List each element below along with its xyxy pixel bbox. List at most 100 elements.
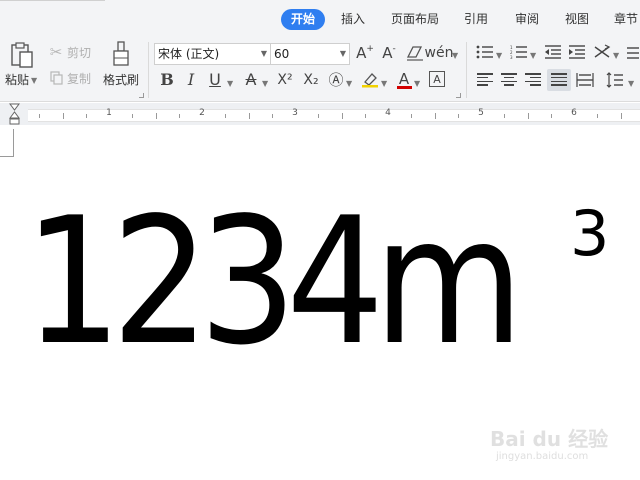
highlight-icon[interactable]	[360, 71, 380, 89]
ruler-tick	[457, 114, 459, 118]
line-spacing-dropdown-icon[interactable]: ▼	[628, 80, 634, 88]
superscript-icon[interactable]: X²	[274, 71, 296, 89]
watermark-url: jingyan.baidu.com	[496, 451, 589, 462]
tab-section[interactable]: 章节	[614, 9, 638, 30]
paste-icon[interactable]	[8, 40, 36, 70]
ruler-tick	[225, 114, 227, 118]
line-spacing-icon[interactable]	[606, 71, 624, 89]
svg-text:3: 3	[510, 55, 513, 59]
italic-icon[interactable]: I	[182, 71, 200, 89]
numbered-list-dropdown-icon[interactable]: ▼	[530, 52, 536, 60]
tab-review[interactable]: 审阅	[515, 9, 539, 30]
font-color-dropdown-icon[interactable]: ▼	[414, 80, 420, 88]
ruler-number: 3	[292, 108, 298, 118]
subscript-icon[interactable]: X₂	[300, 71, 322, 89]
menu-top-line	[0, 0, 105, 1]
font-size-value: 60	[274, 47, 290, 61]
distributed-align-icon[interactable]	[576, 72, 594, 88]
tab-page-layout[interactable]: 页面布局	[391, 9, 439, 30]
ruler-tick	[248, 113, 250, 119]
ruler-tick	[132, 114, 134, 118]
ribbon-separator	[148, 42, 149, 98]
horizontal-ruler[interactable]: 1 2 3 4 5 6	[0, 103, 640, 125]
font-launcher-icon[interactable]	[456, 93, 461, 98]
baidu-jingyan-watermark: Bai du 经验 jingyan.baidu.com	[490, 415, 630, 475]
increase-font-size-icon[interactable]: A +	[356, 44, 374, 62]
align-center-icon[interactable]	[500, 72, 518, 88]
ribbon-separator	[466, 42, 467, 98]
indent-marker-icon[interactable]	[9, 103, 20, 127]
clear-format-icon[interactable]	[405, 44, 425, 62]
ruler-tick	[178, 114, 180, 118]
cut-icon[interactable]: ✂	[49, 44, 63, 59]
decrease-font-size-icon[interactable]: A-	[380, 44, 398, 62]
ruler-tick	[155, 113, 157, 119]
increase-indent-icon[interactable]	[568, 44, 586, 60]
ruler-strip: 1 2 3 4 5 6	[28, 108, 640, 122]
ruler-tick	[341, 113, 343, 119]
ruler-number: 1	[106, 108, 112, 118]
ruler-tick	[271, 114, 273, 118]
ruler-number: 5	[478, 108, 484, 118]
ruler-tick	[364, 114, 366, 118]
tab-insert[interactable]: 插入	[341, 9, 365, 30]
bold-icon[interactable]: B	[158, 71, 176, 89]
decrease-indent-icon[interactable]	[544, 44, 562, 60]
align-right-icon[interactable]	[524, 72, 542, 88]
underline-dropdown-icon[interactable]: ▼	[227, 80, 233, 88]
ruler-number: 6	[571, 108, 577, 118]
paste-dropdown-icon[interactable]: ▼	[31, 77, 37, 85]
format-painter-icon[interactable]	[110, 41, 132, 67]
font-size-select[interactable]: 60 ▼	[270, 43, 350, 65]
chinese-layout-icon[interactable]	[593, 43, 611, 61]
phonetic-guide-icon[interactable]: wén	[425, 42, 454, 64]
ruler-tick	[318, 114, 320, 118]
align-left-icon[interactable]	[476, 72, 494, 88]
copy-label[interactable]: 复制	[67, 72, 91, 86]
align-justify-icon[interactable]	[547, 69, 571, 91]
ruler-tick	[597, 114, 599, 118]
font-size-dropdown-icon: ▼	[339, 49, 346, 58]
ruler-tick	[620, 113, 622, 119]
ruler-tick	[434, 113, 436, 119]
bullet-list-icon[interactable]	[476, 44, 494, 60]
tab-view[interactable]: 视图	[565, 9, 589, 30]
ruler-tick	[527, 113, 529, 119]
ruler-tick	[62, 113, 64, 119]
ribbon-toolbar: 粘贴 ▼ ✂ 剪切 复制 格式刷 宋体 (正文) ▼ 60 ▼ A + A- wé…	[0, 36, 640, 102]
numbered-list-icon[interactable]: 123	[510, 44, 528, 60]
tab-home[interactable]: 开始	[281, 9, 326, 30]
clipboard-launcher-icon[interactable]	[139, 93, 144, 98]
format-painter-label[interactable]: 格式刷	[103, 73, 139, 87]
highlight-dropdown-icon[interactable]: ▼	[381, 80, 387, 88]
ruler-number: 4	[385, 108, 391, 118]
phonetic-guide-dropdown-icon[interactable]: ▼	[452, 52, 458, 60]
text-effect-dropdown-icon[interactable]: ▼	[346, 80, 352, 88]
font-name-select[interactable]: 宋体 (正文) ▼	[154, 43, 271, 65]
text-effect-icon[interactable]: Ⓐ	[327, 71, 345, 89]
ruler-tick	[39, 114, 41, 118]
copy-icon[interactable]	[49, 71, 63, 85]
document-superscript-text[interactable]: 3	[570, 203, 609, 265]
document-page[interactable]: 1234m 3 Bai du 经验 jingyan.baidu.com	[0, 125, 640, 480]
ruler-number: 2	[199, 108, 205, 118]
paste-label[interactable]: 粘贴	[5, 73, 29, 87]
tab-references[interactable]: 引用	[464, 9, 488, 30]
strikethrough-icon[interactable]: A	[242, 71, 260, 89]
watermark-logo-text: Bai du 经验	[490, 427, 609, 451]
margin-corner-mark	[0, 129, 14, 157]
chinese-layout-dropdown-icon[interactable]: ▼	[613, 52, 619, 60]
document-main-text[interactable]: 1234m	[24, 195, 524, 370]
font-name-value: 宋体 (正文)	[158, 47, 220, 61]
font-color-icon[interactable]: A	[395, 70, 413, 90]
char-border-icon[interactable]: A	[429, 71, 445, 87]
ruler-tick	[550, 114, 552, 118]
bullet-list-dropdown-icon[interactable]: ▼	[496, 52, 502, 60]
font-name-dropdown-icon: ▼	[260, 49, 267, 58]
show-hide-marks-icon[interactable]	[625, 44, 640, 60]
cut-label[interactable]: 剪切	[67, 46, 91, 60]
underline-icon[interactable]: U	[206, 71, 224, 89]
strikethrough-dropdown-icon[interactable]: ▼	[262, 80, 268, 88]
ruler-tick	[411, 114, 413, 118]
menu-tab-bar: 开始 插入 页面布局 引用 审阅 视图 章节	[0, 0, 640, 36]
